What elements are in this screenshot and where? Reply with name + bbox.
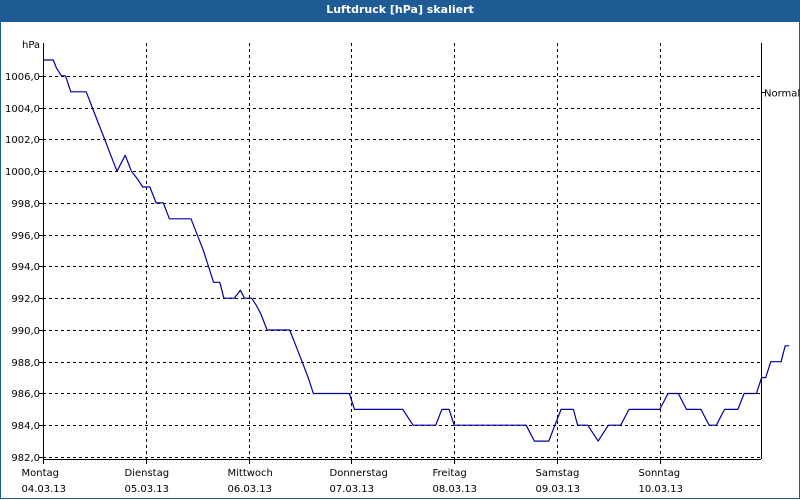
- x-tick-weekday-label: Dienstag: [125, 468, 170, 479]
- y-tick-label: 986,0: [11, 389, 40, 400]
- x-tick-date-label: 04.03.13: [22, 484, 67, 495]
- y-tick-label: 1006,0: [5, 72, 40, 83]
- y-tick-label: 990,0: [11, 326, 40, 337]
- y-tick-label: 996,0: [11, 231, 40, 242]
- y-tick-label: 1004,0: [5, 104, 40, 115]
- x-tick-date-label: 08.03.13: [433, 484, 478, 495]
- x-tick-date-label: 09.03.13: [536, 484, 581, 495]
- y-tick-label: 982,0: [11, 453, 40, 464]
- pressure-chart: 982,0 984,0 986,0 988,0 990,0 992,0 994,0 996,0…: [5, 40, 800, 495]
- y-tick-label: 1000,0: [5, 167, 40, 178]
- x-tick-weekday-label: Mittwoch: [228, 468, 273, 479]
- x-tick-weekday-label: Samstag: [536, 468, 580, 479]
- y-tick-label: 984,0: [11, 421, 40, 432]
- pressure-series-line: [43, 59, 790, 442]
- y-tick-label: 988,0: [11, 358, 40, 369]
- y-axis-label: hPa: [22, 40, 40, 51]
- y-tick-label: 1002,0: [5, 135, 40, 146]
- x-tick-date-label: 10.03.13: [639, 484, 684, 495]
- x-tick-date-label: 06.03.13: [228, 484, 273, 495]
- reference-label: Normal: [764, 89, 800, 100]
- x-tick-date-label: 07.03.13: [330, 484, 375, 495]
- y-tick-label: 994,0: [11, 262, 40, 273]
- axes: [39, 43, 766, 464]
- x-tick-date-label: 05.03.13: [125, 484, 170, 495]
- x-tick-weekday-label: Freitag: [433, 468, 467, 479]
- x-tick-weekday-label: Sonntag: [639, 468, 681, 479]
- series: [43, 59, 790, 442]
- x-tick-weekday-label: Montag: [22, 468, 59, 479]
- y-tick-label: 998,0: [11, 199, 40, 210]
- y-tick-label: 992,0: [11, 294, 40, 305]
- x-tick-weekday-label: Donnerstag: [330, 468, 388, 479]
- grid: [43, 43, 761, 459]
